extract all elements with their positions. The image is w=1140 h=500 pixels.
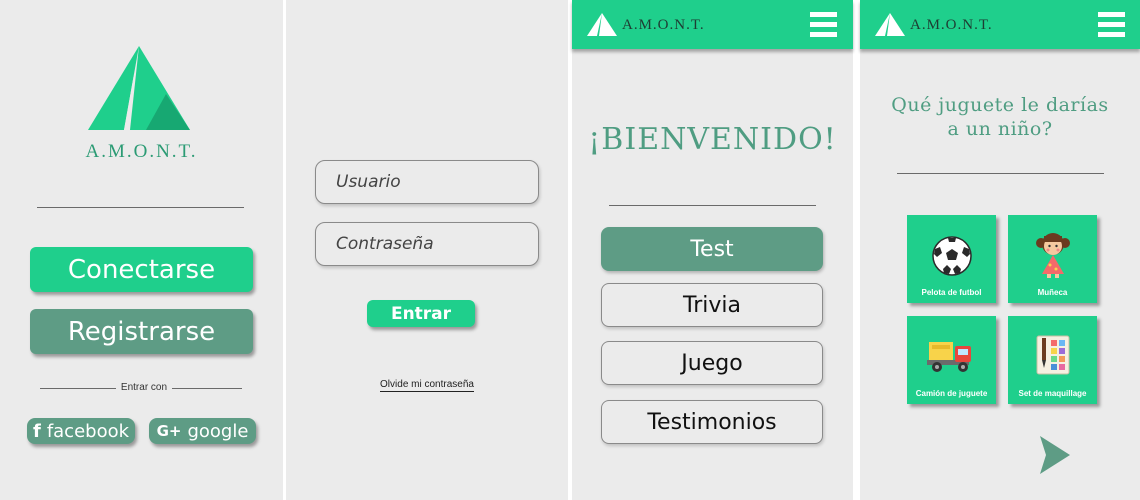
username-input[interactable]	[315, 160, 539, 204]
divider	[897, 173, 1104, 174]
app-header: A.M.O.N.T.	[572, 0, 853, 49]
app-header: A.M.O.N.T.	[860, 0, 1140, 49]
google-plus-icon: G+	[156, 422, 182, 440]
forgot-password-wrap: Olvide mi contraseña	[286, 374, 568, 392]
option-makeup-set[interactable]: Set de maquillage	[1008, 316, 1097, 404]
option-toy-truck[interactable]: Camión de juguete	[907, 316, 996, 404]
welcome-title: ¡BIENVENIDO!	[588, 122, 837, 157]
menu-hamburger-icon[interactable]	[1098, 12, 1125, 38]
option-label: Set de maquillage	[1018, 389, 1087, 398]
question-line-2: a un niño?	[947, 118, 1053, 140]
divider-right	[172, 388, 242, 389]
doll-icon	[1035, 233, 1070, 278]
option-doll[interactable]: Muñeca	[1008, 215, 1097, 303]
brand-name: A.M.O.N.T.	[85, 141, 198, 162]
password-input[interactable]	[315, 222, 539, 266]
makeup-set-icon	[1036, 335, 1069, 375]
enter-button[interactable]: Entrar	[367, 300, 475, 327]
amont-logo-small-icon	[875, 13, 905, 36]
google-label: google	[187, 420, 249, 442]
login-options-screen: A.M.O.N.T. Conectarse Registrarse Entrar…	[0, 0, 283, 500]
menu-test-button[interactable]: Test	[601, 227, 823, 271]
enter-with-label: Entrar con	[120, 382, 168, 393]
option-label: Muñeca	[1037, 288, 1068, 297]
login-form-screen: Entrar Olvide mi contraseña	[286, 0, 568, 500]
next-arrow-icon[interactable]	[1038, 434, 1072, 476]
amont-logo-small-icon	[587, 13, 617, 36]
option-label: Camión de juguete	[915, 389, 988, 398]
connect-button[interactable]: Conectarse	[30, 247, 253, 292]
quiz-screen: A.M.O.N.T. Qué juguete le darías a un ni…	[860, 0, 1140, 500]
menu-testimonials-button[interactable]: Testimonios	[601, 400, 823, 444]
brand-name: A.M.O.N.T.	[910, 17, 993, 33]
divider	[609, 205, 816, 206]
divider-left	[40, 388, 116, 389]
option-label: Pelota de futbol	[921, 288, 982, 297]
menu-trivia-button[interactable]: Trivia	[601, 283, 823, 327]
google-button[interactable]: G+ google	[149, 418, 256, 444]
question-line-1: Qué juguete le darías	[891, 94, 1109, 116]
divider	[37, 207, 244, 208]
option-soccer-ball[interactable]: Pelota de futbol	[907, 215, 996, 303]
welcome-menu-screen: A.M.O.N.T. ¡BIENVENIDO! Test Trivia Jueg…	[572, 0, 853, 500]
amont-logo-icon	[88, 46, 190, 130]
facebook-button[interactable]: f facebook	[27, 418, 135, 444]
soccer-ball-icon	[931, 236, 972, 276]
facebook-label: facebook	[46, 420, 130, 442]
register-button[interactable]: Registrarse	[30, 309, 253, 354]
forgot-password-link[interactable]: Olvide mi contraseña	[380, 379, 474, 392]
menu-hamburger-icon[interactable]	[810, 12, 837, 38]
toy-truck-icon	[926, 342, 971, 372]
brand-name: A.M.O.N.T.	[622, 17, 705, 33]
menu-game-button[interactable]: Juego	[601, 341, 823, 385]
question-text: Qué juguete le darías a un niño?	[860, 93, 1140, 141]
facebook-icon: f	[32, 420, 41, 442]
